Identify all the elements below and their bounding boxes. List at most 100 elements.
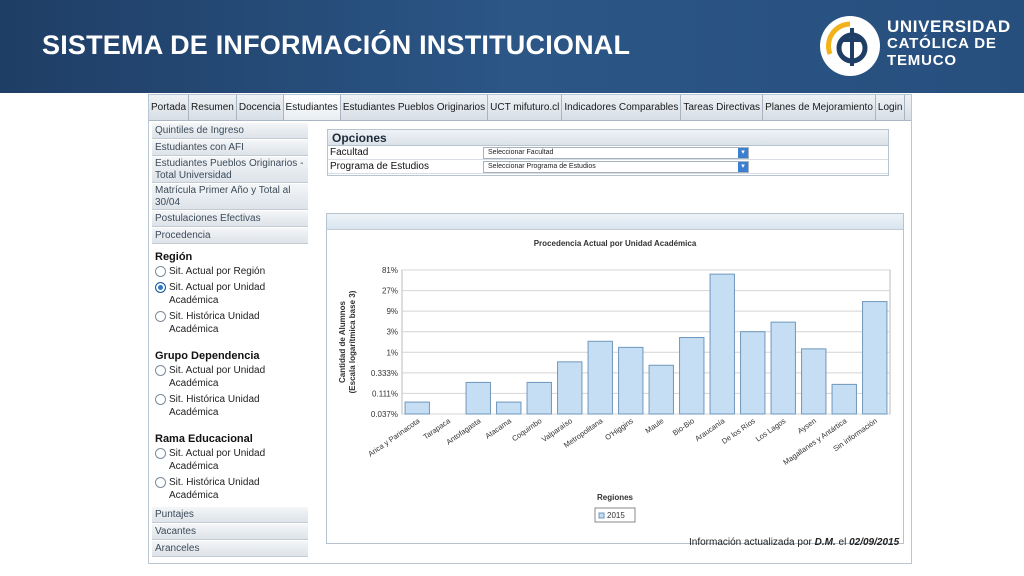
radio-dependencia-historica[interactable]: Sit. Histórica Unidad Académica	[155, 393, 305, 419]
update-date: 02/09/2015	[849, 537, 900, 548]
top-nav: Portada Resumen Docencia Estudiantes Est…	[149, 95, 911, 121]
sidebar-item-vacantes[interactable]: Vacantes	[152, 524, 308, 540]
radio-region-unidad[interactable]: Sit. Actual por Unidad Académica	[155, 281, 305, 307]
nav-fill	[905, 95, 911, 120]
nav-portada[interactable]: Portada	[149, 95, 190, 120]
nav-login[interactable]: Login	[876, 95, 906, 120]
programa-select[interactable]: Seleccionar Programa de Estudios ▾	[483, 161, 749, 173]
y-axis-label: (Escala logarítmica base 3)	[348, 290, 357, 393]
bar	[496, 401, 522, 415]
radio-dot-selected[interactable]	[155, 282, 166, 293]
radio-dot[interactable]	[155, 365, 166, 376]
radio-rama-actual[interactable]: Sit. Actual por Unidad Académica	[155, 447, 305, 473]
header-banner: SISTEMA DE INFORMACIÓN INSTITUCIONAL UNI…	[0, 0, 1024, 93]
x-tick-label: Los Lagos	[754, 416, 788, 443]
chevron-down-icon[interactable]: ▾	[738, 162, 748, 172]
options-panel: Opciones Facultad Seleccionar Facultad ▾…	[327, 129, 889, 176]
radio-dot[interactable]	[155, 311, 166, 322]
x-tick-label: Coquimbo	[510, 416, 543, 443]
x-tick-label: De los Ríos	[720, 416, 757, 446]
chart-panel-header	[327, 214, 903, 230]
bar	[648, 364, 674, 415]
x-axis-label: Regiones	[597, 493, 634, 502]
update-author: D.M.	[814, 537, 836, 548]
y-tick-label: 81%	[382, 266, 398, 275]
sidebar-item-procedencia[interactable]: Procedencia	[152, 228, 308, 244]
sidebar-item-quintiles[interactable]: Quintiles de Ingreso	[152, 123, 308, 139]
option-label: Programa de Estudios	[330, 161, 429, 172]
sidebar-item-puntajes[interactable]: Puntajes	[152, 507, 308, 523]
option-label: Facultad	[330, 147, 369, 158]
group-heading-rama: Rama Educacional	[155, 433, 253, 445]
nav-mifuturo[interactable]: UCT mifuturo.cl	[488, 95, 563, 120]
radio-dot[interactable]	[155, 266, 166, 277]
bar	[770, 321, 796, 415]
sidebar-item-postulaciones[interactable]: Postulaciones Efectivas	[152, 211, 308, 227]
y-tick-label: 0.037%	[371, 410, 398, 419]
radio-rama-historica[interactable]: Sit. Histórica Unidad Académica	[155, 476, 305, 502]
uct-logo-icon	[820, 16, 880, 76]
bar	[557, 361, 583, 415]
chevron-down-icon[interactable]: ▾	[738, 148, 748, 158]
x-tick-label: Aysen	[796, 416, 818, 435]
legend-label: 2015	[607, 511, 625, 520]
bar	[618, 346, 644, 415]
x-tick-label: Bio-Bio	[671, 416, 696, 437]
y-tick-label: 9%	[386, 307, 398, 316]
radio-dot[interactable]	[155, 394, 166, 405]
sidebar-item-afi[interactable]: Estudiantes con AFI	[152, 140, 308, 156]
nav-tareas[interactable]: Tareas Directivas	[681, 95, 764, 120]
y-tick-label: 0.111%	[372, 389, 398, 398]
y-tick-label: 1%	[386, 348, 398, 357]
chart-title: Procedencia Actual por Unidad Académica	[534, 239, 697, 248]
group-heading-region: Región	[155, 251, 193, 263]
radio-region-actual[interactable]: Sit. Actual por Región	[155, 265, 305, 278]
x-tick-label: O'Higgins	[603, 416, 635, 442]
radio-dot[interactable]	[155, 448, 166, 459]
facultad-select[interactable]: Seleccionar Facultad ▾	[483, 147, 749, 159]
nav-docencia[interactable]: Docencia	[237, 95, 284, 120]
y-tick-label: 27%	[382, 287, 398, 296]
group-heading-dependencia: Grupo Dependencia	[155, 350, 260, 362]
sidebar: Quintiles de Ingreso Estudiantes con AFI…	[152, 123, 308, 563]
options-title: Opciones	[328, 130, 888, 146]
page-title: SISTEMA DE INFORMACIÓN INSTITUCIONAL	[42, 30, 631, 60]
bar	[465, 381, 491, 415]
nav-indicadores[interactable]: Indicadores Comparables	[562, 95, 682, 120]
app-frame: Portada Resumen Docencia Estudiantes Est…	[148, 94, 912, 564]
nav-estudiantes[interactable]: Estudiantes	[283, 95, 341, 120]
radio-region-historica[interactable]: Sit. Histórica Unidad Académica	[155, 310, 305, 336]
nav-pueblos-originarios[interactable]: Estudiantes Pueblos Originarios	[341, 95, 489, 120]
y-axis-label: Cantidad de Alumnos	[338, 300, 347, 382]
university-name: UNIVERSIDAD CATÓLICA DE TEMUCO	[887, 17, 1011, 69]
procedencia-panel: Región Sit. Actual por Región Sit. Actua…	[152, 245, 308, 507]
bar	[831, 383, 857, 415]
option-row-facultad: Facultad Seleccionar Facultad ▾	[328, 146, 888, 160]
radio-dot[interactable]	[155, 477, 166, 488]
legend-swatch	[598, 512, 605, 519]
bar	[404, 401, 430, 415]
x-tick-label: Atacama	[483, 416, 513, 441]
sidebar-item-pueblos[interactable]: Estudiantes Pueblos Originarios - Total …	[152, 157, 308, 183]
bar	[709, 273, 735, 415]
bar	[862, 301, 888, 415]
chart-panel: Procedencia Actual por Unidad Académica 0…	[326, 213, 904, 544]
procedencia-chart: Procedencia Actual por Unidad Académica 0…	[338, 239, 891, 523]
bar	[740, 331, 766, 415]
option-row-programa: Programa de Estudios Seleccionar Program…	[328, 160, 888, 174]
bar	[679, 337, 705, 415]
bar	[526, 381, 552, 415]
radio-dependencia-actual[interactable]: Sit. Actual por Unidad Académica	[155, 364, 305, 390]
y-tick-label: 3%	[386, 328, 398, 337]
x-tick-label: Maule	[643, 416, 665, 435]
y-tick-label: 0.333%	[371, 369, 398, 378]
nav-resumen[interactable]: Resumen	[189, 95, 237, 120]
x-tick-label: Arica y Parinacota	[366, 416, 422, 459]
bar	[801, 348, 827, 415]
sidebar-item-aranceles[interactable]: Aranceles	[152, 541, 308, 557]
update-note: Información actualizada por D.M. el 02/0…	[689, 537, 900, 548]
nav-planes[interactable]: Planes de Mejoramiento	[763, 95, 876, 120]
bar	[587, 340, 613, 415]
sidebar-item-matricula[interactable]: Matrícula Primer Año y Total al 30/04	[152, 184, 308, 210]
x-tick-label: Antofagasta	[444, 416, 483, 447]
